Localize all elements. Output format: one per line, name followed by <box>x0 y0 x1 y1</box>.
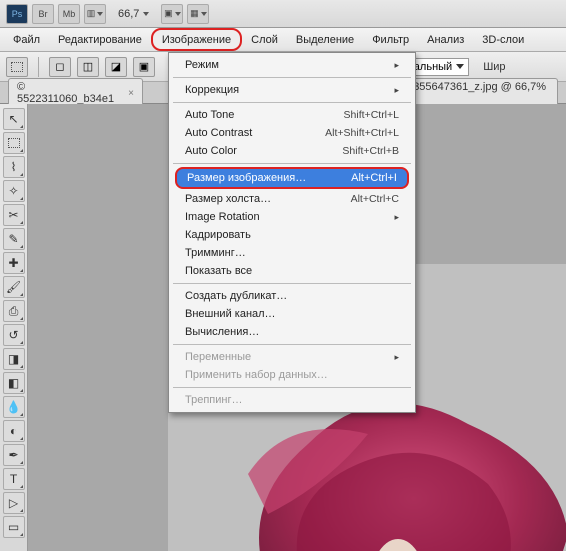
pen-tool-icon[interactable]: ✒ <box>3 444 25 466</box>
zoom-level[interactable]: 66,7 <box>118 8 149 20</box>
blur-tool-icon[interactable]: 💧 <box>3 396 25 418</box>
menu-item-mode[interactable]: Режим <box>171 56 413 74</box>
menu-item-auto-color[interactable]: Auto ColorShift+Ctrl+B <box>171 142 413 160</box>
menu-item-auto-tone[interactable]: Auto ToneShift+Ctrl+L <box>171 106 413 124</box>
selection-subtract-icon[interactable]: ◪ <box>105 57 127 77</box>
menu-item-reveal-all[interactable]: Показать все <box>171 262 413 280</box>
menubar: Файл Редактирование Изображение Слой Выд… <box>0 28 566 52</box>
menu-item-crop[interactable]: Кадрировать <box>171 226 413 244</box>
selection-add-icon[interactable]: ◫ <box>77 57 99 77</box>
menu-item-calculations[interactable]: Вычисления… <box>171 323 413 341</box>
brush-tool-icon[interactable]: 🖌 <box>3 276 25 298</box>
width-label: Шир <box>483 61 505 73</box>
separator <box>38 57 39 77</box>
separator <box>173 163 411 164</box>
menu-item-adjustments[interactable]: Коррекция <box>171 81 413 99</box>
dodge-tool-icon[interactable]: ◐ <box>3 420 25 442</box>
close-icon[interactable]: × <box>128 88 134 99</box>
shape-tool-icon[interactable]: ▭ <box>3 516 25 538</box>
menu-select[interactable]: Выделение <box>287 28 363 51</box>
menu-item-apply-image[interactable]: Внешний канал… <box>171 305 413 323</box>
app-icon-bar: Ps Br Mb ▥ 66,7 ▣ ▦ <box>0 0 566 28</box>
wand-tool-icon[interactable]: ✧ <box>3 180 25 202</box>
menu-3d[interactable]: 3D-слои <box>473 28 533 51</box>
eyedropper-tool-icon[interactable]: ✎ <box>3 228 25 250</box>
menu-item-image-size[interactable]: Размер изображения…Alt+Ctrl+I <box>175 167 409 189</box>
menu-item-variables: Переменные <box>171 348 413 366</box>
toolbox: ↖ ⌇ ✧ ✂ ✎ ✚ 🖌 ⎙ ↺ ◨ ◧ 💧 ◐ ✒ T ▷ ▭ <box>0 104 28 551</box>
menu-edit[interactable]: Редактирование <box>49 28 151 51</box>
menu-item-canvas-size[interactable]: Размер холста…Alt+Ctrl+C <box>171 190 413 208</box>
type-tool-icon[interactable]: T <box>3 468 25 490</box>
separator <box>173 387 411 388</box>
menu-analysis[interactable]: Анализ <box>418 28 473 51</box>
arrange-icon[interactable]: ▥ <box>84 4 106 24</box>
crop-tool-icon[interactable]: ✂ <box>3 204 25 226</box>
menu-layer[interactable]: Слой <box>242 28 287 51</box>
menu-item-trim[interactable]: Тримминг… <box>171 244 413 262</box>
photoshop-icon[interactable]: Ps <box>6 4 28 24</box>
selection-intersect-icon[interactable]: ▣ <box>133 57 155 77</box>
document-tab-1[interactable]: © 5522311060_b34e1× <box>8 78 143 107</box>
menu-item-duplicate[interactable]: Создать дубликат… <box>171 287 413 305</box>
selection-new-icon[interactable]: ◻ <box>49 57 71 77</box>
separator <box>173 77 411 78</box>
screen-mode-icon[interactable]: ▣ <box>161 4 183 24</box>
menu-item-image-rotation[interactable]: Image Rotation <box>171 208 413 226</box>
menu-file[interactable]: Файл <box>4 28 49 51</box>
history-brush-tool-icon[interactable]: ↺ <box>3 324 25 346</box>
healing-tool-icon[interactable]: ✚ <box>3 252 25 274</box>
path-tool-icon[interactable]: ▷ <box>3 492 25 514</box>
marquee-tool-icon[interactable] <box>3 132 25 154</box>
extras-icon[interactable]: ▦ <box>187 4 209 24</box>
menu-item-auto-contrast[interactable]: Auto ContrastAlt+Shift+Ctrl+L <box>171 124 413 142</box>
separator <box>173 283 411 284</box>
separator <box>173 102 411 103</box>
move-tool-icon[interactable]: ↖ <box>3 108 25 130</box>
menu-filter[interactable]: Фильтр <box>363 28 418 51</box>
menu-image[interactable]: Изображение <box>151 28 242 51</box>
image-menu-dropdown: Режим Коррекция Auto ToneShift+Ctrl+L Au… <box>168 52 416 413</box>
bridge-icon[interactable]: Br <box>32 4 54 24</box>
minibridge-icon[interactable]: Mb <box>58 4 80 24</box>
lasso-tool-icon[interactable]: ⌇ <box>3 156 25 178</box>
gradient-tool-icon[interactable]: ◧ <box>3 372 25 394</box>
document-tab-2[interactable]: _f355647361_z.jpg @ 66,7% ( <box>395 78 558 107</box>
separator <box>173 344 411 345</box>
eraser-tool-icon[interactable]: ◨ <box>3 348 25 370</box>
menu-item-apply-data: Применить набор данных… <box>171 366 413 384</box>
tool-preset-icon[interactable] <box>6 57 28 77</box>
stamp-tool-icon[interactable]: ⎙ <box>3 300 25 322</box>
menu-item-trap: Треппинг… <box>171 391 413 409</box>
